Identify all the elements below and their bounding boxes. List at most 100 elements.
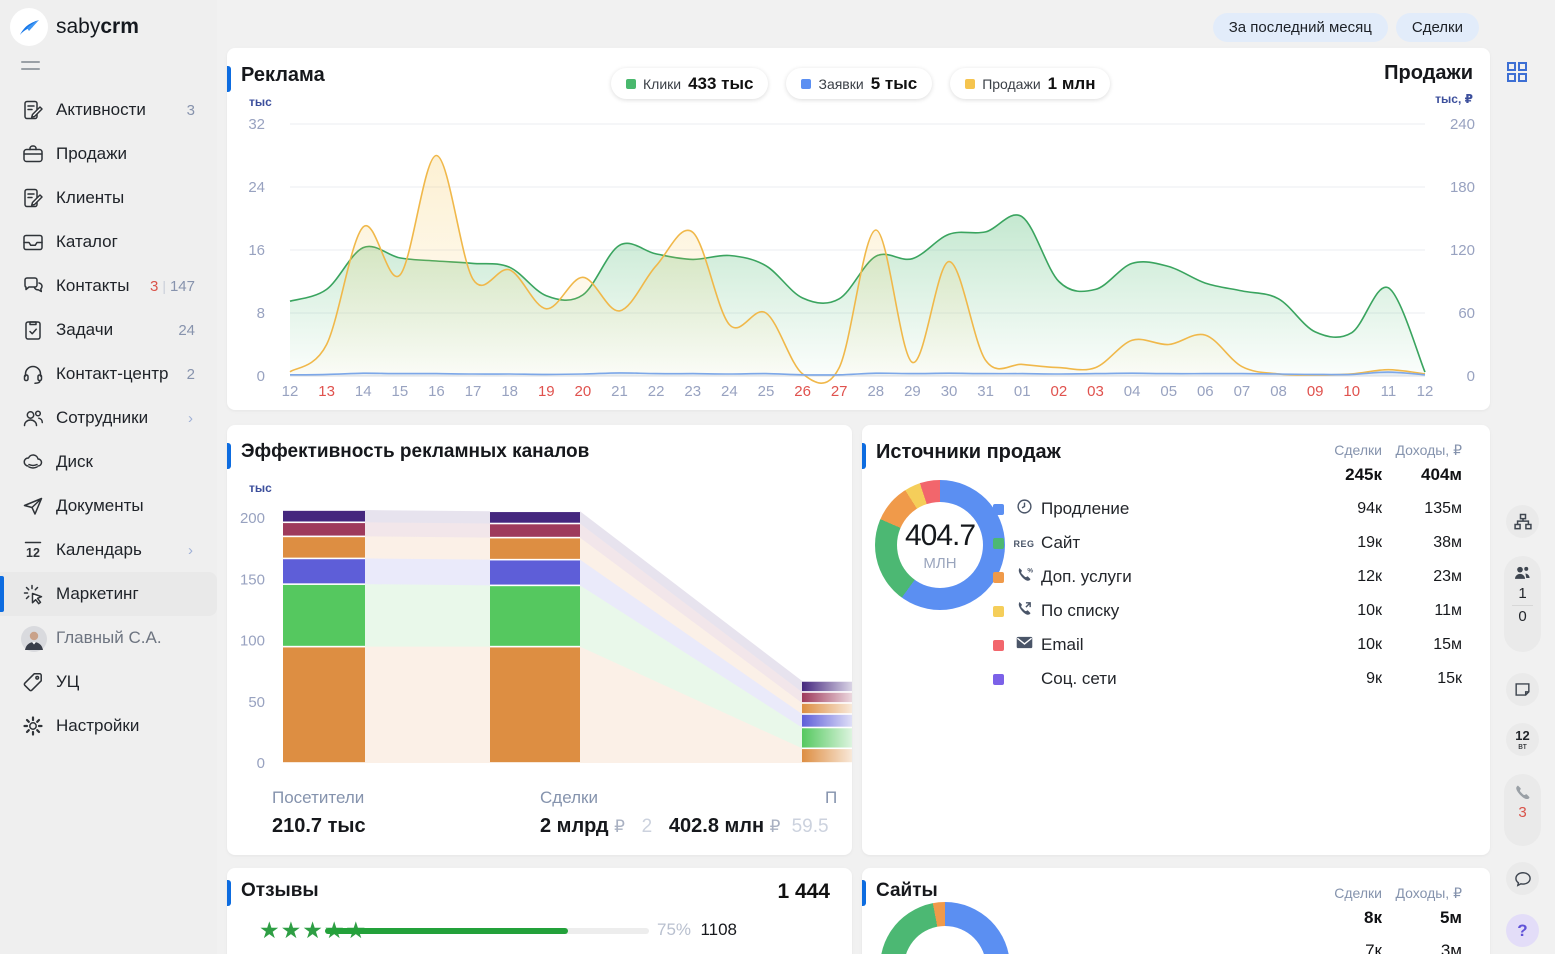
sidebar-item-14[interactable]: Настройки	[0, 704, 217, 748]
calendar-widget[interactable]: 12 вт	[1506, 723, 1539, 756]
svg-text:13: 13	[318, 383, 335, 400]
avatar-photo-icon	[21, 626, 45, 650]
svg-text:18: 18	[501, 383, 518, 400]
sidebar-item-label: Сотрудники	[56, 408, 148, 428]
sidebar-item-12[interactable]: Главный С.А.	[0, 616, 217, 660]
panel-accent	[227, 880, 231, 906]
sidebar-item-8[interactable]: Диск	[0, 440, 217, 484]
funnel-stage2-value: 2 млрд ₽ 2 402.8 млн ₽ 59.5	[540, 815, 829, 838]
source-swatch	[993, 674, 1004, 685]
source-row-4[interactable]: Email 10к 15м	[993, 628, 1462, 662]
sidebar-item-6[interactable]: Контакт-центр2	[0, 352, 217, 396]
sources-panel-title: Источники продаж	[876, 441, 1061, 464]
panel-accent	[862, 443, 866, 469]
source-income: 23м	[1382, 568, 1462, 586]
source-row-5[interactable]: Соц. сети 9к 15к	[993, 662, 1462, 696]
source-income: 15м	[1382, 636, 1462, 654]
sitemap-icon[interactable]	[1506, 505, 1539, 538]
source-row-1[interactable]: REG Сайт 19к 38м	[993, 526, 1462, 560]
sources-totals: 245к 404м	[1302, 465, 1462, 485]
sidebar-item-11[interactable]: Маркетинг	[0, 572, 217, 616]
app-logo[interactable]: sabycrm	[10, 8, 139, 46]
sidebar-item-3[interactable]: Каталог	[0, 220, 217, 264]
svg-text:28: 28	[867, 383, 884, 400]
svg-text:8: 8	[257, 305, 265, 322]
svg-text:24: 24	[721, 383, 738, 400]
phone-widget[interactable]: 3	[1504, 774, 1541, 846]
svg-text:15: 15	[391, 383, 408, 400]
ads-panel-title: Реклама	[241, 64, 325, 87]
sidebar-item-1[interactable]: Продажи	[0, 132, 217, 176]
legend-pill-1[interactable]: Заявки 5 тыс	[786, 68, 932, 99]
mail-icon	[1012, 636, 1036, 654]
panel-accent	[862, 880, 866, 906]
sidebar-badge: 2	[187, 366, 195, 383]
source-income: 15к	[1382, 670, 1462, 688]
source-row-0[interactable]: Продление 94к 135м	[993, 492, 1462, 526]
source-row-2[interactable]: % Доп. услуги 12к 23м	[993, 560, 1462, 594]
svg-text:26: 26	[794, 383, 811, 400]
sidebar-item-5[interactable]: Задачи24	[0, 308, 217, 352]
svg-text:200: 200	[240, 510, 265, 527]
source-deals: 12к	[1302, 568, 1382, 586]
sites-column-headers: Сделки Доходы, ₽	[1302, 885, 1462, 902]
sites-row: 7к 3м	[1302, 941, 1462, 954]
chat-icon[interactable]	[1506, 862, 1539, 895]
saby-bird-icon	[10, 8, 48, 46]
sidebar-item-0[interactable]: Активности3	[0, 88, 217, 132]
svg-text:50: 50	[248, 694, 265, 711]
notes-icon[interactable]	[1506, 673, 1539, 706]
sidebar-item-13[interactable]: УЦ	[0, 660, 217, 704]
sidebar-item-10[interactable]: 12Календарь›	[0, 528, 217, 572]
review-bar-fill	[325, 928, 568, 934]
total-income: 5м	[1382, 908, 1462, 928]
sources-rows: Продление 94к 135м REG Сайт 19к 38м % До…	[993, 492, 1462, 696]
notebook-pen-icon	[21, 98, 45, 122]
legend-swatch	[626, 79, 636, 89]
source-row-3[interactable]: По списку 10к 11м	[993, 594, 1462, 628]
svg-text:24: 24	[248, 179, 265, 196]
sidebar-item-2[interactable]: Клиенты	[0, 176, 217, 220]
notebook-pen-icon	[21, 186, 45, 210]
people-icon	[21, 406, 45, 430]
svg-text:11: 11	[1381, 383, 1397, 400]
svg-text:04: 04	[1124, 383, 1141, 400]
menu-toggle-icon[interactable]	[21, 61, 40, 70]
funnel-stage1-label: Посетители	[272, 788, 364, 808]
sites-panel: Сайты Сделки Доходы, ₽ 8к 5м 7к 3м	[862, 868, 1490, 954]
row-deals: 7к	[1302, 941, 1382, 954]
legend-swatch	[801, 79, 811, 89]
source-deals: 19к	[1302, 534, 1382, 552]
phone-out-icon	[1012, 600, 1036, 622]
svg-text:09: 09	[1307, 383, 1324, 400]
missed-calls-badge: 3	[1518, 802, 1526, 824]
sidebar-item-9[interactable]: Документы	[0, 484, 217, 528]
tag-icon	[21, 670, 45, 694]
sidebar-item-label: Продажи	[56, 144, 127, 164]
sidebar-badge-red: 3	[150, 278, 158, 295]
sidebar-item-4[interactable]: Контакты3|147	[0, 264, 217, 308]
source-deals: 9к	[1302, 670, 1382, 688]
source-swatch	[993, 538, 1004, 549]
sidebar-badge: 3	[187, 102, 195, 119]
help-button[interactable]: ?	[1506, 914, 1539, 947]
paper-plane-icon	[21, 494, 45, 518]
gear-icon	[21, 714, 45, 738]
source-income: 11м	[1382, 602, 1462, 620]
svg-text:29: 29	[904, 383, 921, 400]
briefcase-icon	[21, 142, 45, 166]
legend-pill-2[interactable]: Продажи 1 млн	[950, 68, 1110, 99]
svg-text:%: %	[1027, 567, 1033, 574]
sidebar-item-label: Настройки	[56, 716, 139, 736]
source-label: Доп. услуги	[1041, 567, 1302, 587]
total-deals: 245к	[1302, 465, 1382, 485]
filter-pill-1[interactable]: Сделки	[1396, 13, 1479, 42]
apps-grid-icon[interactable]	[1506, 61, 1528, 88]
filter-pill-0[interactable]: За последний месяц	[1213, 13, 1388, 42]
sidebar-item-7[interactable]: Сотрудники›	[0, 396, 217, 440]
sidebar: sabycrm Активности3 Продажи Клиенты Каталог…	[0, 0, 217, 954]
legend-pill-0[interactable]: Клики 433 тыс	[611, 68, 768, 99]
sidebar-item-label: Каталог	[56, 232, 118, 252]
sources-donut-chart: 404.7 МЛН	[875, 480, 1005, 610]
online-users-widget[interactable]: 1 0	[1504, 556, 1541, 652]
